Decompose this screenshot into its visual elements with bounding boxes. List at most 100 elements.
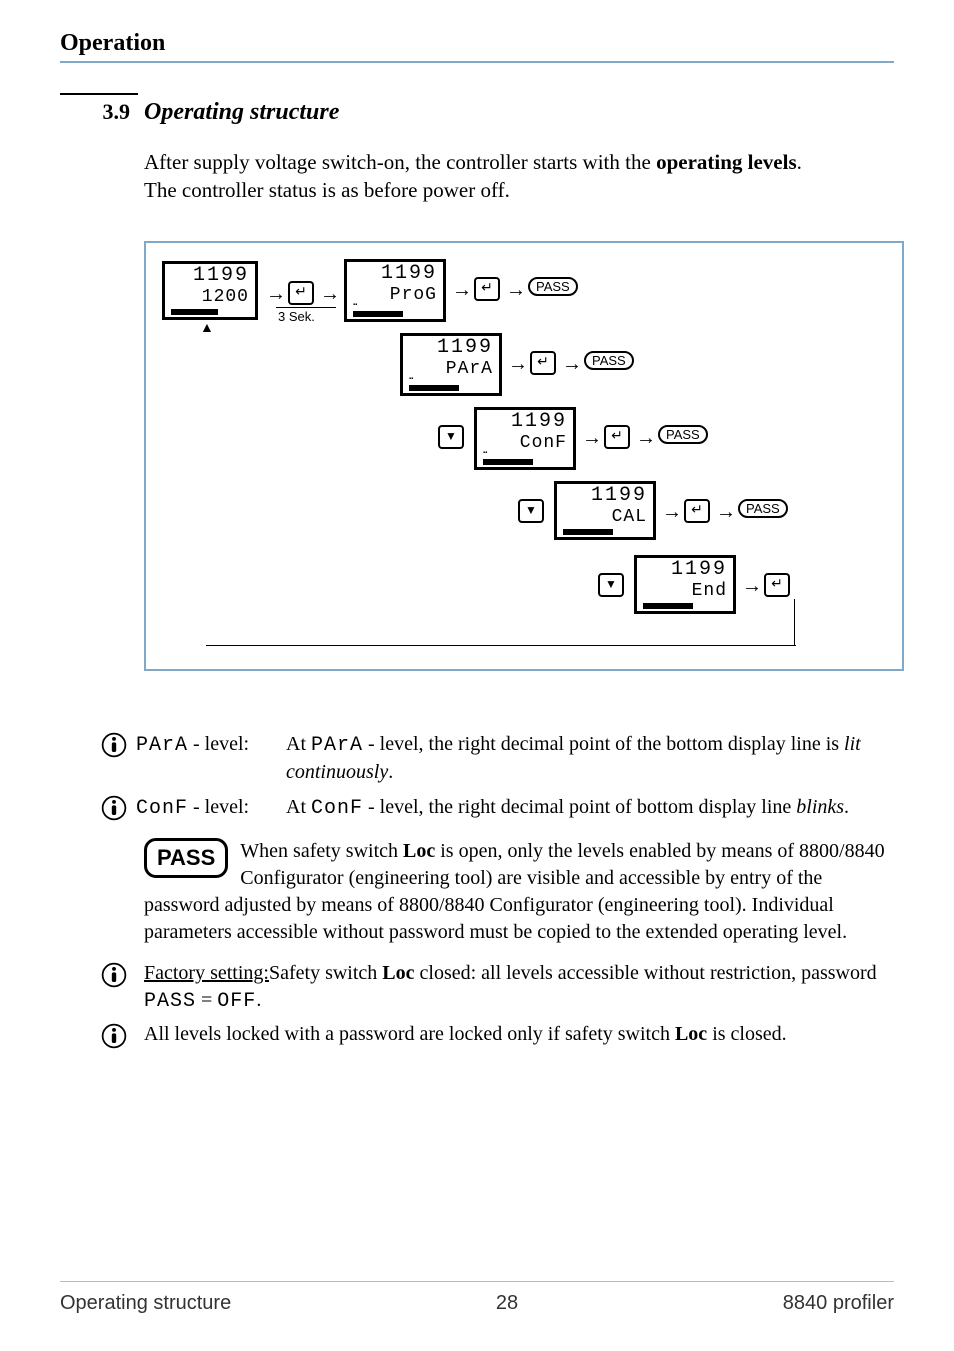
arrow-right-icon: → xyxy=(582,427,602,450)
lcd-main: 1199 1200 xyxy=(162,261,258,320)
enter-button-icon: ↵ xyxy=(764,573,790,597)
footer-left: Operating structure xyxy=(60,1292,231,1315)
period: . xyxy=(256,989,261,1011)
enter-button-icon: ↵ xyxy=(530,351,556,375)
text: - level, the right decimal point of bott… xyxy=(363,796,796,818)
lcd-line1: 1199 xyxy=(483,412,567,432)
lcd-prog: 1199 ProG ▪▪ xyxy=(344,259,446,322)
arrow-right-icon: → xyxy=(508,353,528,376)
down-button-icon: ▼ xyxy=(598,573,624,597)
eq: = xyxy=(196,989,217,1011)
intro-paragraph: After supply voltage switch-on, the cont… xyxy=(144,148,894,205)
italic: blinks xyxy=(796,796,844,818)
enter-button-icon: ↵ xyxy=(684,499,710,523)
return-line xyxy=(206,325,207,645)
down-button-icon: ▼ xyxy=(518,499,544,523)
lcd-line1: 1199 xyxy=(171,266,249,286)
arrow-right-icon: → xyxy=(506,279,526,302)
sek-label: 3 Sek. xyxy=(278,309,315,324)
factory-lead: Factory setting: xyxy=(144,962,269,984)
text: At xyxy=(286,733,311,755)
lcd-bar xyxy=(171,309,218,315)
locked-row: All levels locked with a password are lo… xyxy=(100,1021,894,1049)
arrow-right-icon: → xyxy=(562,353,582,376)
info-row-conf: ConF - level: At ConF - level, the right… xyxy=(100,794,894,822)
arrow-up-icon: ▲ xyxy=(200,319,214,335)
info-label: PArA - level: xyxy=(136,731,286,786)
enter-button-icon: ↵ xyxy=(288,281,314,305)
lcd-line2: End xyxy=(643,582,727,600)
code-conf: ConF xyxy=(136,797,188,820)
level-suffix: - level: xyxy=(188,796,249,818)
info-body: At ConF - level, the right decimal point… xyxy=(286,794,894,822)
underline xyxy=(276,307,336,308)
loc-bold: Loc xyxy=(382,962,414,984)
section-number: 3.9 xyxy=(60,93,138,125)
info-row-para: PArA - level: At PArA - level, the right… xyxy=(100,731,894,786)
lcd-bar xyxy=(409,385,459,391)
text: Safety switch xyxy=(269,962,382,984)
return-line xyxy=(794,599,795,645)
lcd-bar xyxy=(643,603,693,609)
page-footer: Operating structure 28 8840 profiler xyxy=(60,1281,894,1315)
lcd-conf: 1199 ConF ▪▪ xyxy=(474,407,576,470)
info-icon xyxy=(100,1021,144,1049)
lcd-bar xyxy=(563,529,613,535)
lcd-line1: 1199 xyxy=(563,486,647,506)
text: . xyxy=(844,796,849,818)
intro-text: After supply voltage switch-on, the cont… xyxy=(144,150,656,174)
factory-body: Factory setting:Safety switch Loc closed… xyxy=(144,960,894,1015)
info-icon xyxy=(100,794,136,822)
text: closed: all levels accessible without re… xyxy=(415,962,877,984)
arrow-right-icon: → xyxy=(320,283,340,306)
arrow-right-icon: → xyxy=(662,501,682,524)
enter-button-icon: ↵ xyxy=(474,277,500,301)
level-suffix: - level: xyxy=(188,733,249,755)
lcd-bar xyxy=(483,459,533,465)
pass-paragraph: PASS When safety switch Loc is open, onl… xyxy=(144,838,894,946)
pass-pill: PASS xyxy=(528,277,578,296)
pass-pill: PASS xyxy=(584,351,634,370)
intro-text: . xyxy=(797,150,802,174)
enter-button-icon: ↵ xyxy=(604,425,630,449)
intro-text: The controller status is as before power… xyxy=(144,178,510,202)
navigation-diagram: 1199 1200 → ↵ → 3 Sek. 1199 ProG ▪▪ → ↵ … xyxy=(144,241,904,671)
text: When safety switch xyxy=(240,840,403,862)
off-code: OFF xyxy=(217,990,256,1013)
lcd-line1: 1199 xyxy=(643,560,727,580)
info-label: ConF - level: xyxy=(136,794,286,822)
lcd-line1: 1199 xyxy=(353,264,437,284)
text: At xyxy=(286,796,311,818)
pass-pill: PASS xyxy=(658,425,708,444)
code-conf: ConF xyxy=(311,797,363,820)
code-para: PArA xyxy=(136,734,188,757)
info-icon xyxy=(100,960,144,1015)
code-para: PArA xyxy=(311,734,363,757)
info-icon xyxy=(100,731,136,786)
page-header: Operation xyxy=(60,30,894,63)
arrow-right-icon: → xyxy=(742,575,762,598)
text: - level, the right decimal point of the … xyxy=(363,733,844,755)
lcd-para: 1199 PArA ▪▪ xyxy=(400,333,502,396)
text: All levels locked with a password are lo… xyxy=(144,1023,675,1045)
arrow-right-icon: → xyxy=(636,427,656,450)
pass-badge: PASS xyxy=(144,838,228,878)
info-body: At PArA - level, the right decimal point… xyxy=(286,731,894,786)
lcd-line1: 1199 xyxy=(409,338,493,358)
loc-bold: Loc xyxy=(675,1023,707,1045)
pass-code: PASS xyxy=(144,990,196,1013)
text: is closed. xyxy=(707,1023,786,1045)
down-button-icon: ▼ xyxy=(438,425,464,449)
arrow-right-icon: → xyxy=(716,501,736,524)
return-line xyxy=(206,645,796,646)
arrow-right-icon: → xyxy=(452,279,472,302)
lcd-bar xyxy=(353,311,403,317)
footer-page-number: 28 xyxy=(496,1292,518,1315)
lcd-end: 1199 End xyxy=(634,555,736,614)
text: . xyxy=(388,761,393,783)
section-heading: 3.9 Operating structure xyxy=(60,93,894,126)
factory-row: Factory setting:Safety switch Loc closed… xyxy=(100,960,894,1015)
footer-right: 8840 profiler xyxy=(783,1292,894,1315)
loc-bold: Loc xyxy=(403,840,435,862)
pass-pill: PASS xyxy=(738,499,788,518)
